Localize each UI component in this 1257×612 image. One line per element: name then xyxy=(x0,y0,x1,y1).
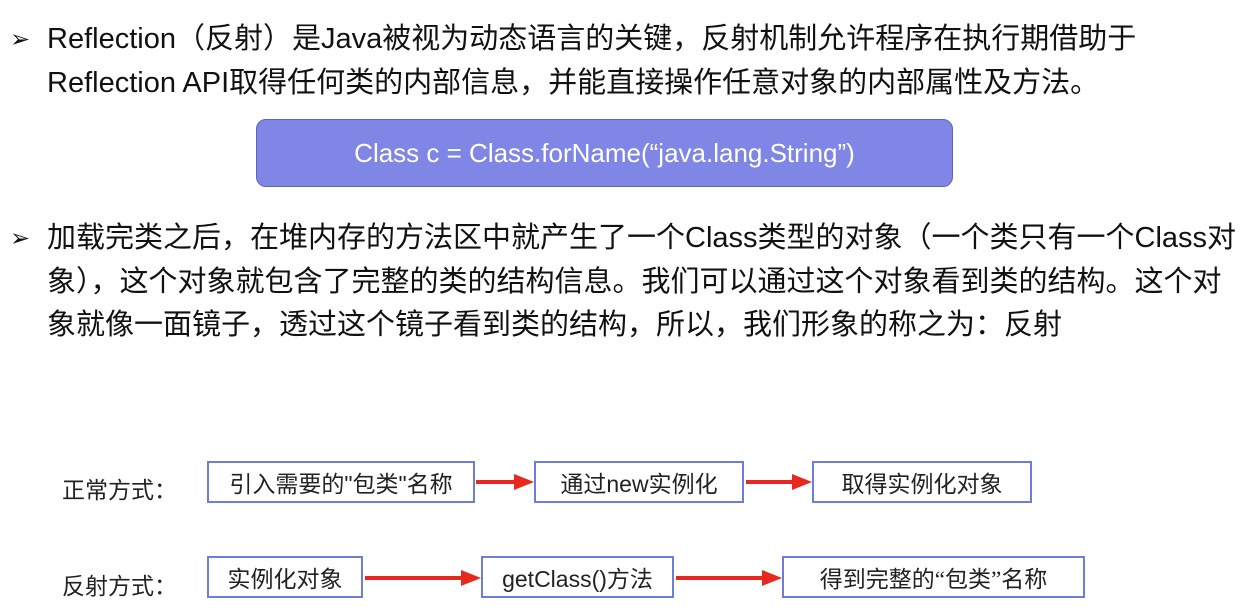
bullet-text: Reflection（反射）是Java被视为动态语言的关键，反射机制允许程序在执… xyxy=(47,23,1137,99)
arrow-right-icon xyxy=(476,474,534,490)
arrow-right-icon xyxy=(365,570,481,586)
reflection-step-2: getClass()方法 xyxy=(481,556,674,598)
code-example-text: Class c = Class.forName(“java.lang.Strin… xyxy=(354,137,855,168)
bullet-text: 加载完类之后，在堆内存的方法区中就产生了一个Class类型的对象（一个类只有一个… xyxy=(47,222,1237,341)
normal-step-3: 取得实例化对象 xyxy=(812,461,1032,503)
reflection-step-1: 实例化对象 xyxy=(207,556,363,598)
arrow-bullet-icon: ➢ xyxy=(10,225,31,252)
arrow-right-icon xyxy=(746,474,812,490)
reflection-step-3: 得到完整的“包类”名称 xyxy=(782,556,1085,598)
arrow-right-icon xyxy=(676,570,782,586)
arrow-bullet-icon: ➢ xyxy=(10,26,31,53)
code-example-box: Class c = Class.forName(“java.lang.Strin… xyxy=(256,119,953,187)
normal-way-label: 正常方式： xyxy=(62,478,177,503)
reflection-way-label: 反射方式： xyxy=(62,574,177,599)
normal-step-1: 引入需要的"包类"名称 xyxy=(207,461,475,503)
bullet-class-object: ➢ 加载完类之后，在堆内存的方法区中就产生了一个Class类型的对象（一个类只有… xyxy=(10,217,1248,387)
normal-step-2: 通过new实例化 xyxy=(534,461,744,503)
